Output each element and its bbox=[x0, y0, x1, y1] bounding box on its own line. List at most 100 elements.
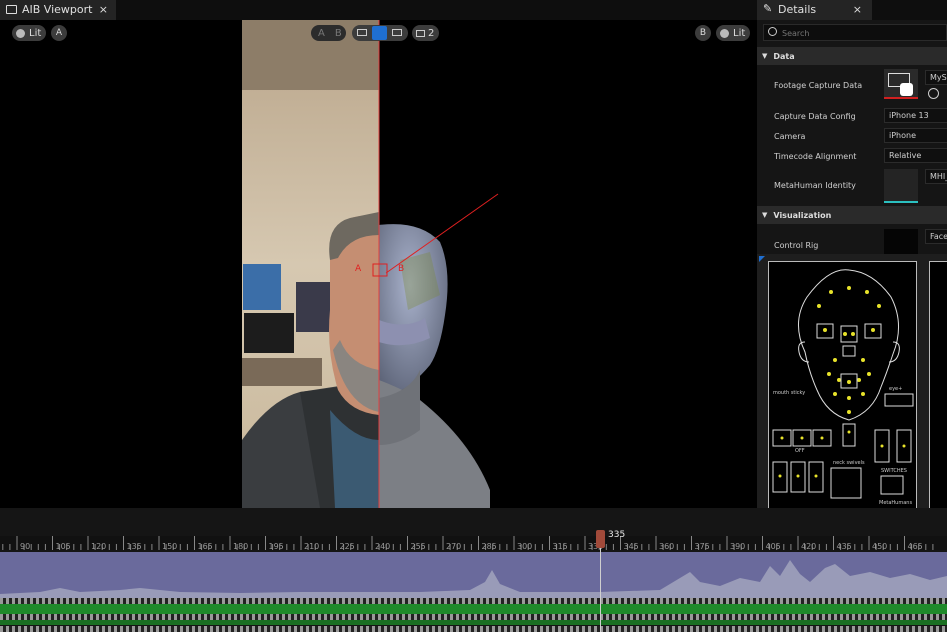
row-capture-data-config: Capture Data Config iPhone 13 bbox=[757, 108, 947, 126]
tick-label: 465 bbox=[907, 542, 923, 551]
playhead-line bbox=[600, 544, 601, 632]
camera-icon bbox=[416, 29, 425, 37]
tick-label: 225 bbox=[339, 542, 355, 551]
rig-label-neck: neck swivels bbox=[833, 460, 865, 466]
collapse-arrow-icon: ▼ bbox=[762, 52, 768, 60]
row-label: MetaHuman Identity bbox=[774, 181, 856, 190]
film-icon[interactable] bbox=[884, 69, 918, 99]
tab-details[interactable]: ✎ Details × bbox=[757, 0, 872, 20]
rig-label-switches: SWITCHES bbox=[881, 468, 907, 474]
wipe-view-icon[interactable] bbox=[372, 26, 387, 40]
tick-label: 255 bbox=[410, 542, 426, 551]
tick-label: 345 bbox=[623, 542, 639, 551]
tick-label: 315 bbox=[552, 542, 568, 551]
rig-picker-area: mouth sticky eye+ OFF neck swivels SWITC… bbox=[757, 254, 947, 508]
rig-label-off: OFF bbox=[795, 448, 805, 454]
tick-label: 405 bbox=[765, 542, 781, 551]
metahuman-identity-value[interactable]: MHI_ bbox=[925, 169, 947, 184]
section-title: Data bbox=[773, 51, 795, 61]
view-b-badge[interactable]: B bbox=[695, 25, 711, 41]
lit-mode-button-left[interactable]: Lit bbox=[12, 25, 46, 41]
curve-graph bbox=[0, 560, 947, 600]
keyframe-track-bottom[interactable] bbox=[0, 626, 947, 632]
row-footage-capture-data: Footage Capture Data MyS bbox=[757, 65, 947, 105]
face-rig-board-secondary[interactable] bbox=[929, 261, 947, 508]
camera-count-button[interactable]: 2 bbox=[412, 25, 439, 41]
playhead-handle[interactable] bbox=[596, 530, 605, 548]
current-frame-label: 335 bbox=[608, 530, 626, 540]
details-pencil-icon: ✎ bbox=[763, 2, 773, 15]
tick-label: 210 bbox=[304, 542, 320, 551]
tick-label: 120 bbox=[91, 542, 107, 551]
tick-label: 300 bbox=[517, 542, 533, 551]
ab-a-label[interactable]: A bbox=[318, 28, 325, 39]
split-view-icon[interactable] bbox=[392, 29, 402, 36]
single-view-icon[interactable] bbox=[357, 29, 367, 36]
tick-label: 105 bbox=[55, 542, 71, 551]
ab-toggle[interactable]: A B bbox=[311, 25, 346, 41]
rig-label-metahumans: MetaHumans bbox=[879, 500, 913, 506]
row-camera: Camera iPhone bbox=[757, 128, 947, 146]
tick-label: 270 bbox=[446, 542, 462, 551]
search-input[interactable] bbox=[782, 27, 942, 39]
ab-b-label[interactable]: B bbox=[335, 28, 342, 39]
timeline[interactable]: 90 105 120 135 150 165 180 195 210 225 240 255 270 28… bbox=[0, 508, 947, 632]
tick-label: 390 bbox=[730, 542, 746, 551]
row-control-rig: Control Rig Face bbox=[757, 226, 947, 254]
search-icon bbox=[768, 27, 777, 36]
curve-track[interactable] bbox=[0, 552, 947, 600]
close-icon[interactable]: × bbox=[99, 3, 108, 16]
viewport-icon bbox=[6, 5, 17, 14]
section-visualization[interactable]: ▼ Visualization bbox=[757, 206, 947, 224]
corner-marker-icon bbox=[759, 256, 765, 262]
row-metahuman-identity: MetaHuman Identity MHI_ bbox=[757, 166, 947, 206]
identity-thumbnail[interactable] bbox=[884, 169, 918, 203]
row-label: Timecode Alignment bbox=[774, 152, 857, 161]
view-mode-group bbox=[352, 25, 408, 41]
section-data[interactable]: ▼ Data bbox=[757, 47, 947, 65]
tick-label: 240 bbox=[375, 542, 391, 551]
camera-value[interactable]: iPhone bbox=[884, 128, 947, 143]
view-a-badge[interactable]: A bbox=[51, 25, 67, 41]
tick-label: 180 bbox=[233, 542, 249, 551]
tab-title: AIB Viewport bbox=[22, 3, 93, 16]
tick-label: 360 bbox=[659, 542, 675, 551]
row-label: Control Rig bbox=[774, 241, 819, 250]
green-track-bottom[interactable] bbox=[0, 620, 947, 625]
row-label: Footage Capture Data bbox=[774, 81, 863, 90]
lit-sphere-icon bbox=[720, 28, 729, 38]
tick-label: 435 bbox=[836, 542, 852, 551]
rig-label-eye: eye+ bbox=[889, 386, 903, 392]
tick-label: 195 bbox=[268, 542, 284, 551]
tick-label: 150 bbox=[162, 542, 178, 551]
tick-label: 420 bbox=[801, 542, 817, 551]
tick-label: 450 bbox=[872, 542, 888, 551]
tab-aib-viewport[interactable]: AIB Viewport × bbox=[0, 0, 116, 20]
overlay-a-label: A bbox=[355, 264, 362, 274]
tab-bar: AIB Viewport × ✎ Details × bbox=[0, 0, 947, 20]
camera-count: 2 bbox=[428, 27, 435, 39]
collapse-arrow-icon: ▼ bbox=[762, 211, 768, 219]
capture-data-config-value[interactable]: iPhone 13 bbox=[884, 108, 947, 123]
timecode-alignment-value[interactable]: Relative bbox=[884, 148, 947, 163]
row-label: Camera bbox=[774, 132, 806, 141]
tab-title: Details bbox=[778, 3, 817, 16]
search-bar[interactable] bbox=[763, 24, 947, 41]
control-rig-thumbnail[interactable] bbox=[884, 229, 918, 254]
rig-label-mouth-sticky: mouth sticky bbox=[773, 390, 806, 396]
lit-sphere-icon bbox=[16, 28, 25, 38]
control-rig-value[interactable]: Face bbox=[925, 229, 947, 244]
refresh-icon[interactable] bbox=[928, 88, 939, 99]
tick-label: 165 bbox=[197, 542, 213, 551]
footage-capture-data-value[interactable]: MyS bbox=[925, 70, 947, 85]
tick-label: 135 bbox=[126, 542, 142, 551]
tick-label: 375 bbox=[694, 542, 710, 551]
green-track[interactable] bbox=[0, 604, 947, 614]
tick-label: 90 bbox=[20, 542, 31, 551]
lit-mode-button-right[interactable]: Lit bbox=[716, 25, 750, 41]
face-rig-board[interactable]: mouth sticky eye+ OFF neck swivels SWITC… bbox=[768, 261, 917, 508]
viewport[interactable]: A B Lit A A B 2 B Lit bbox=[0, 20, 757, 508]
close-icon[interactable]: × bbox=[853, 3, 862, 16]
tick-labels: 90 105 120 135 150 165 180 195 210 225 240 255 270 28… bbox=[0, 542, 947, 552]
poster bbox=[243, 264, 281, 310]
